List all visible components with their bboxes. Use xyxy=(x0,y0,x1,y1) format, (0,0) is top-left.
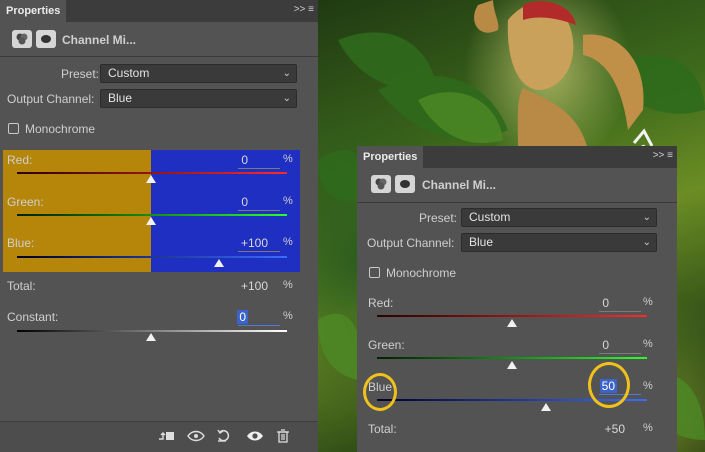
blue-slider-thumb[interactable] xyxy=(541,403,551,411)
panel-menu-icon[interactable]: >> ≡ xyxy=(294,4,314,15)
green-value[interactable]: 0 xyxy=(200,195,248,209)
eye-icon[interactable] xyxy=(246,429,264,446)
total-pct: % xyxy=(643,422,653,434)
red-label: Red: xyxy=(7,153,33,167)
constant-slider-track[interactable] xyxy=(17,330,287,332)
output-channel-select[interactable]: Blue ⌄ xyxy=(461,233,657,252)
red-label: Red: xyxy=(368,296,394,310)
red-value-underline xyxy=(599,311,641,312)
green-slider-track[interactable] xyxy=(377,357,647,359)
blue-pct: % xyxy=(283,236,293,248)
adjustment-title: Channel Mi... xyxy=(422,178,497,192)
monochrome-checkbox[interactable] xyxy=(8,123,19,134)
layer-mask-icon[interactable] xyxy=(36,30,56,48)
highlight-orange xyxy=(3,150,151,272)
properties-panel-left: Properties >> ≡ Channel Mi... Preset: Cu… xyxy=(0,0,318,452)
channel-mixer-icon xyxy=(12,30,32,48)
green-value-underline xyxy=(599,353,641,354)
green-slider-thumb[interactable] xyxy=(146,217,156,225)
red-slider-thumb[interactable] xyxy=(507,319,517,327)
trash-icon[interactable] xyxy=(276,429,290,446)
panel-tab-bar: Properties >> ≡ xyxy=(0,0,318,22)
total-pct: % xyxy=(283,279,293,291)
green-label: Green: xyxy=(7,195,44,209)
constant-label: Constant: xyxy=(7,310,59,324)
total-label: Total: xyxy=(7,279,36,293)
output-channel-label: Output Channel: xyxy=(367,236,455,250)
annotation-circle-blue-value xyxy=(588,362,630,408)
annotation-circle-blue-label xyxy=(363,373,397,411)
red-value[interactable]: 0 xyxy=(557,296,609,310)
red-pct: % xyxy=(283,153,293,165)
red-slider-track[interactable] xyxy=(377,315,647,317)
chevron-down-icon: ⌄ xyxy=(282,68,291,79)
constant-pct: % xyxy=(283,310,293,322)
preset-value: Custom xyxy=(469,210,511,224)
green-slider-thumb[interactable] xyxy=(507,361,517,369)
green-slider-track[interactable] xyxy=(17,214,287,216)
clip-to-layer-icon[interactable] xyxy=(157,429,175,446)
red-slider-track[interactable] xyxy=(17,172,287,174)
blue-pct: % xyxy=(643,380,653,392)
blue-label: Blue: xyxy=(7,236,35,250)
total-value: +100 xyxy=(240,279,268,293)
blue-slider-track[interactable] xyxy=(17,256,287,258)
panel-menu-icon[interactable]: >> ≡ xyxy=(653,150,673,161)
panel-header: Channel Mi... xyxy=(357,168,677,203)
panel-tab-bar: Properties >> ≡ xyxy=(357,146,677,168)
green-value[interactable]: 0 xyxy=(557,338,609,352)
preset-label: Preset: xyxy=(61,67,100,81)
visibility-previous-icon[interactable] xyxy=(186,429,206,446)
layer-mask-icon[interactable] xyxy=(395,175,415,193)
panel-header: Channel Mi... xyxy=(0,22,318,57)
reset-icon[interactable] xyxy=(216,429,232,446)
red-slider-thumb[interactable] xyxy=(146,175,156,183)
output-channel-label: Output Channel: xyxy=(7,92,95,106)
green-pct: % xyxy=(643,338,653,350)
preset-label: Preset: xyxy=(419,211,458,225)
constant-value[interactable]: 0 xyxy=(236,310,248,324)
monochrome-label: Monochrome xyxy=(386,266,457,280)
constant-slider-thumb[interactable] xyxy=(146,333,156,341)
properties-tab[interactable]: Properties xyxy=(0,0,67,22)
preset-value: Custom xyxy=(108,66,150,80)
preset-select[interactable]: Custom ⌄ xyxy=(461,208,657,227)
constant-value-underline xyxy=(238,325,280,326)
red-value-underline xyxy=(238,168,280,169)
red-value[interactable]: 0 xyxy=(200,153,248,167)
green-value-underline xyxy=(238,210,280,211)
total-label: Total: xyxy=(368,422,397,436)
output-channel-select[interactable]: Blue ⌄ xyxy=(100,89,297,108)
green-pct: % xyxy=(283,195,293,207)
channel-mixer-icon xyxy=(371,175,391,193)
output-channel-value: Blue xyxy=(108,91,133,105)
properties-tab[interactable]: Properties xyxy=(357,146,424,168)
panel-footer xyxy=(0,421,318,452)
monochrome-checkbox[interactable] xyxy=(369,267,380,278)
preset-select[interactable]: Custom ⌄ xyxy=(100,64,297,83)
monochrome-label: Monochrome xyxy=(25,122,96,136)
blue-slider-thumb[interactable] xyxy=(214,259,224,267)
properties-panel-right: Properties >> ≡ Channel Mi... Preset: Cu… xyxy=(357,146,677,452)
adjustment-title: Channel Mi... xyxy=(62,33,137,47)
green-label: Green: xyxy=(368,338,405,352)
chevron-down-icon: ⌄ xyxy=(642,212,651,223)
blue-value-underline xyxy=(238,251,280,252)
total-value: +50 xyxy=(604,422,625,436)
chevron-down-icon: ⌄ xyxy=(642,237,651,248)
chevron-down-icon: ⌄ xyxy=(282,93,291,104)
constant-value-text: 0 xyxy=(237,310,248,324)
output-channel-value: Blue xyxy=(469,235,494,249)
blue-value[interactable]: +100 xyxy=(220,236,268,250)
red-pct: % xyxy=(643,296,653,308)
